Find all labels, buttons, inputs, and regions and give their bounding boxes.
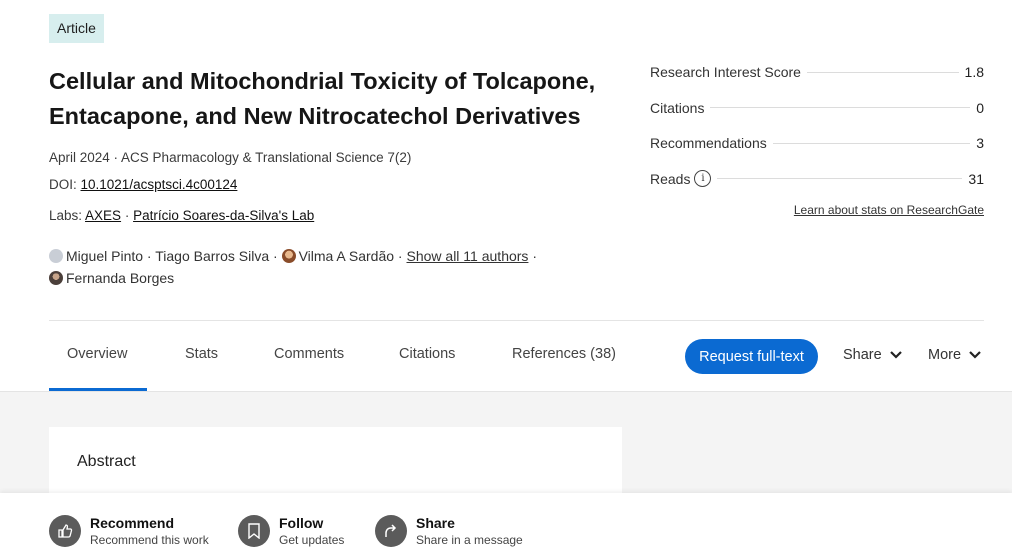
chevron-down-icon bbox=[969, 351, 981, 359]
share-arrow-icon bbox=[375, 515, 407, 547]
share-dropdown[interactable]: Share bbox=[843, 347, 903, 363]
stat-recommendations: Recommendations 3 bbox=[650, 132, 984, 154]
doi-link[interactable]: 10.1021/acsptsci.4c00124 bbox=[81, 177, 238, 192]
show-all-authors-link[interactable]: Show all 11 authors bbox=[407, 248, 529, 264]
request-full-text-button[interactable]: Request full-text bbox=[685, 339, 818, 374]
follow-sub: Get updates bbox=[279, 533, 345, 547]
author-link[interactable]: Fernanda Borges bbox=[66, 270, 174, 286]
stat-value: 3 bbox=[976, 135, 984, 151]
stat-label: Research Interest Score bbox=[650, 64, 801, 80]
author-link[interactable]: Tiago Barros Silva bbox=[155, 248, 269, 264]
author-avatar bbox=[281, 249, 296, 263]
separator: · bbox=[394, 248, 407, 264]
stat-label: Reads bbox=[650, 170, 691, 187]
bottom-action-bar: Recommend Recommend this work Follow Get… bbox=[0, 493, 1012, 549]
article-title: Cellular and Mitochondrial Toxicity of T… bbox=[49, 68, 596, 129]
stat-research-interest: Research Interest Score 1.8 bbox=[650, 61, 984, 83]
stats-panel: Research Interest Score 1.8 Citations 0 Re… bbox=[650, 61, 984, 203]
recommend-action[interactable]: Recommend Recommend this work bbox=[49, 515, 209, 548]
author-link[interactable]: Vilma A Sardão bbox=[299, 248, 394, 264]
share-dropdown-label: Share bbox=[843, 347, 882, 363]
follow-action[interactable]: Follow Get updates bbox=[238, 515, 344, 548]
stat-value: 31 bbox=[968, 170, 984, 187]
chevron-down-icon bbox=[889, 351, 902, 359]
abstract-card: Abstract bbox=[49, 427, 622, 493]
stat-value: 1.8 bbox=[964, 64, 984, 80]
stat-label: Citations bbox=[650, 99, 705, 116]
stat-divider bbox=[717, 178, 963, 179]
bookmark-icon bbox=[238, 515, 270, 547]
separator: · bbox=[528, 248, 537, 264]
separator: · bbox=[121, 208, 134, 223]
labs-label: Labs: bbox=[49, 208, 86, 223]
follow-label: Follow bbox=[279, 515, 324, 531]
doi-row: DOI: 10.1021/acsptsci.4c00124 bbox=[49, 177, 237, 192]
more-dropdown[interactable]: More bbox=[928, 347, 982, 363]
author-avatar bbox=[49, 249, 63, 263]
abstract-heading: Abstract bbox=[77, 453, 136, 470]
more-dropdown-label: More bbox=[928, 347, 962, 363]
tab-citations[interactable]: Citations bbox=[399, 346, 455, 362]
info-icon[interactable]: i bbox=[694, 170, 712, 187]
share-label: Share bbox=[416, 515, 455, 531]
tab-references[interactable]: References (38) bbox=[512, 346, 616, 362]
stat-citations: Citations 0 bbox=[650, 97, 984, 119]
separator: · bbox=[143, 248, 156, 264]
author-list: Miguel Pinto · Tiago Barros Silva · Vilm… bbox=[49, 245, 609, 289]
article-type-badge: Article bbox=[49, 14, 104, 43]
labs-row: Labs: AXES · Patrício Soares-da-Silva's … bbox=[49, 208, 314, 223]
author-avatar bbox=[49, 271, 63, 285]
thumbs-up-icon bbox=[49, 515, 81, 547]
publication-date-journal: April 2024 · ACS Pharmacology & Translat… bbox=[49, 150, 412, 165]
share-action[interactable]: Share Share in a message bbox=[375, 515, 523, 548]
lab-link-soares-da-silva[interactable]: Patrício Soares-da-Silva's Lab bbox=[133, 208, 314, 223]
separator: · bbox=[269, 248, 282, 264]
stat-value: 0 bbox=[976, 99, 984, 116]
doi-label: DOI: bbox=[49, 177, 81, 192]
tab-overview[interactable]: Overview bbox=[67, 346, 127, 362]
learn-about-stats-link[interactable]: Learn about stats on ResearchGate bbox=[794, 203, 984, 217]
stat-divider bbox=[772, 142, 971, 144]
tab-comments[interactable]: Comments bbox=[274, 346, 344, 362]
lab-link-axes[interactable]: AXES bbox=[85, 208, 121, 223]
stat-reads: Reads i 31 bbox=[650, 168, 984, 190]
stat-label: Recommendations bbox=[650, 135, 767, 151]
stat-divider bbox=[806, 71, 959, 73]
recommend-sub: Recommend this work bbox=[90, 533, 209, 547]
tab-stats[interactable]: Stats bbox=[185, 346, 218, 362]
stat-divider bbox=[710, 107, 971, 108]
tabbar-divider bbox=[49, 320, 984, 321]
share-sub: Share in a message bbox=[416, 533, 523, 547]
author-link[interactable]: Miguel Pinto bbox=[66, 248, 143, 264]
recommend-label: Recommend bbox=[90, 515, 175, 531]
